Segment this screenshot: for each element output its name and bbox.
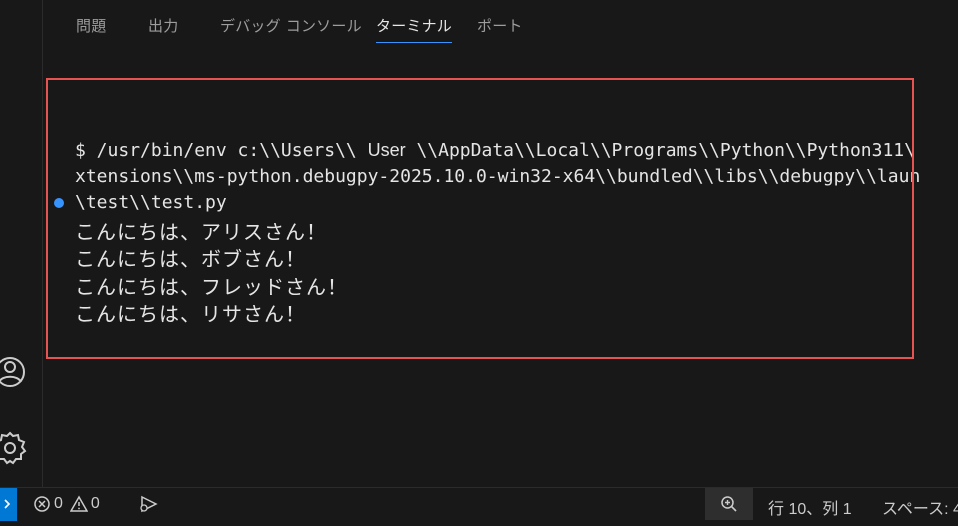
remote-indicator-button[interactable]	[0, 488, 17, 521]
warning-icon	[69, 495, 88, 512]
terminal-command-line: xtensions\\ms-python.debugpy-2025.10.0-w…	[75, 166, 921, 187]
error-icon	[34, 496, 50, 512]
terminal-output-line: こんにちは、ボブさん！	[75, 247, 306, 271]
debug-status-button[interactable]	[138, 494, 160, 514]
terminal-command-line: $ /usr/bin/env c:\\Users\\ User \\AppDat…	[75, 140, 915, 161]
command-decoration-dot[interactable]	[54, 198, 64, 208]
terminal-output[interactable]: $ /usr/bin/env c:\\Users\\ User \\AppDat…	[43, 52, 958, 487]
terminal-prompt: $	[75, 140, 86, 161]
terminal-command-line: \test\\test.py	[75, 192, 227, 213]
terminal-command-user: User	[367, 140, 406, 160]
terminal-output-line: こんにちは、フレッドさん！	[75, 275, 348, 299]
terminal-output-line: こんにちは、アリスさん！	[75, 220, 327, 244]
tab-ports[interactable]: ポート	[477, 15, 523, 36]
remote-icon	[4, 499, 11, 509]
error-count: 0	[54, 495, 63, 512]
tab-output[interactable]: 出力	[148, 15, 178, 36]
panel-tabs: 問題 出力 デバッグ コンソール ターミナル ポート	[43, 0, 958, 52]
debug-icon	[140, 495, 158, 513]
bottom-panel: 問題 出力 デバッグ コンソール ターミナル ポート $ /usr/bin/en…	[43, 0, 958, 487]
tab-debug-console[interactable]: デバッグ コンソール	[220, 15, 362, 36]
terminal-command-part: \\AppData\\Local\\Programs\\Python\\Pyth…	[405, 140, 915, 161]
account-icon[interactable]	[0, 352, 28, 392]
zoom-in-icon	[721, 496, 737, 512]
status-bar: 0 0 行 10、列 1 スペース: 4	[0, 487, 958, 521]
tab-terminal[interactable]: ターミナル	[376, 15, 453, 43]
activity-bar	[0, 0, 43, 487]
warning-count: 0	[90, 495, 100, 512]
settings-gear-icon[interactable]	[0, 428, 28, 468]
problems-status[interactable]: 0 0	[33, 495, 100, 513]
terminal-command-part: /usr/bin/env c:\\Users\\	[85, 140, 368, 161]
tab-problems[interactable]: 問題	[76, 15, 106, 36]
zoom-button[interactable]	[705, 488, 753, 520]
cursor-position[interactable]: 行 10、列 1	[768, 495, 852, 519]
indentation-status[interactable]: スペース: 4	[882, 495, 958, 519]
terminal-output-line: こんにちは、リサさん！	[75, 302, 306, 326]
